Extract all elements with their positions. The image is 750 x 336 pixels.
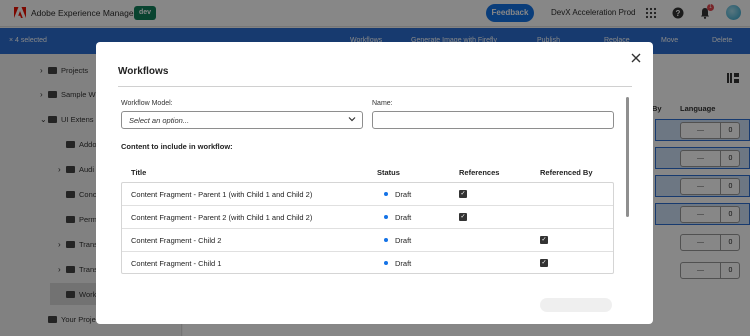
workflow-model-placeholder: Select an option...	[129, 116, 190, 125]
close-icon[interactable]	[631, 52, 641, 66]
status-dot-icon	[384, 238, 388, 242]
status-dot-icon	[384, 215, 388, 219]
row-status: Draft	[395, 190, 412, 199]
column-header-references: References	[459, 168, 500, 177]
references-checkbox[interactable]: ✓	[459, 213, 467, 221]
chevron-down-icon	[348, 115, 356, 125]
references-checkbox[interactable]: ✓	[459, 190, 467, 198]
table-row[interactable]: Content Fragment - Child 2 Draft ✓	[122, 229, 613, 252]
workflow-model-select[interactable]: Select an option...	[121, 111, 363, 129]
name-label: Name:	[372, 100, 393, 107]
column-header-referenced-by: Referenced By	[540, 168, 593, 177]
name-field[interactable]	[372, 111, 614, 129]
dialog-title: Workflows	[118, 66, 169, 77]
dialog-scrollbar[interactable]	[626, 97, 629, 217]
dialog-divider	[118, 86, 632, 87]
table-row[interactable]: Content Fragment - Child 1 Draft ✓	[122, 252, 613, 275]
content-table: Content Fragment - Parent 1 (with Child …	[121, 182, 614, 274]
status-dot-icon	[384, 261, 388, 265]
row-status: Draft	[395, 213, 412, 222]
workflows-dialog: Workflows Workflow Model: Select an opti…	[96, 42, 653, 324]
row-title: Content Fragment - Parent 1 (with Child …	[131, 190, 313, 199]
row-title: Content Fragment - Child 2	[131, 236, 222, 245]
column-header-status: Status	[377, 168, 400, 177]
row-title: Content Fragment - Child 1	[131, 259, 222, 268]
row-status: Draft	[395, 259, 412, 268]
table-row[interactable]: Content Fragment - Parent 2 (with Child …	[122, 206, 613, 229]
referenced-by-checkbox[interactable]: ✓	[540, 236, 548, 244]
table-row[interactable]: Content Fragment - Parent 1 (with Child …	[122, 183, 613, 206]
content-section-label: Content to include in workflow:	[121, 142, 233, 151]
referenced-by-checkbox[interactable]: ✓	[540, 259, 548, 267]
row-status: Draft	[395, 236, 412, 245]
workflow-model-label: Workflow Model:	[121, 100, 173, 107]
footer-button[interactable]	[540, 298, 612, 312]
row-title: Content Fragment - Parent 2 (with Child …	[131, 213, 313, 222]
column-header-title: Title	[131, 168, 147, 177]
status-dot-icon	[384, 192, 388, 196]
